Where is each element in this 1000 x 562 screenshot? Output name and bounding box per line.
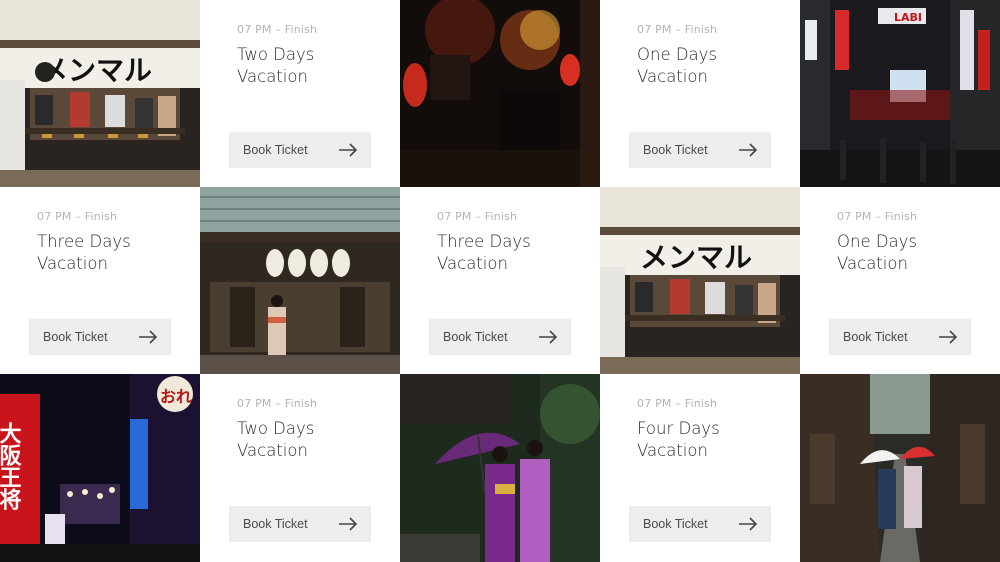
- card-title-line-2: Vacation: [637, 441, 708, 460]
- card-title-line-2: Vacation: [437, 254, 508, 273]
- arrow-right-icon: [339, 143, 358, 157]
- book-ticket-label: Book Ticket: [843, 330, 908, 344]
- book-ticket-label: Book Ticket: [243, 517, 308, 531]
- arrow-right-icon: [139, 330, 158, 344]
- book-ticket-button[interactable]: Book Ticket: [229, 506, 371, 542]
- vacation-grid: メンマル 07 PM – Finish Two Days Vacation Boo…: [0, 0, 1000, 562]
- card-time: 07 PM – Finish: [237, 397, 318, 410]
- book-ticket-button[interactable]: Book Ticket: [229, 132, 371, 168]
- card-title: Two Days Vacation: [237, 418, 387, 462]
- book-ticket-label: Book Ticket: [443, 330, 508, 344]
- card-title: One Days Vacation: [837, 231, 987, 275]
- card-time: 07 PM – Finish: [37, 210, 118, 223]
- card-title: Two Days Vacation: [237, 44, 387, 88]
- vacation-card: 07 PM – Finish One Days Vacation Book Tic…: [600, 0, 800, 187]
- card-title-line-1: One Days: [837, 232, 918, 251]
- card-title-line-2: Vacation: [837, 254, 908, 273]
- book-ticket-button[interactable]: Book Ticket: [829, 319, 971, 355]
- book-ticket-button[interactable]: Book Ticket: [629, 506, 771, 542]
- vacation-card: 07 PM – Finish Three Days Vacation Book T…: [0, 187, 200, 374]
- osaka-sign-text: 大阪王将: [0, 422, 22, 510]
- arrow-right-icon: [739, 517, 758, 531]
- book-ticket-label: Book Ticket: [243, 143, 308, 157]
- arrow-right-icon: [539, 330, 558, 344]
- card-title: Four Days Vacation: [637, 418, 787, 462]
- arrow-right-icon: [339, 517, 358, 531]
- ramen-sign-text: メンマル: [640, 241, 752, 274]
- card-title-line-1: One Days: [637, 45, 718, 64]
- photo-kyoto-alley: [800, 374, 1000, 562]
- card-time: 07 PM – Finish: [637, 397, 718, 410]
- photo-temple-lanterns: [200, 187, 400, 374]
- book-ticket-button[interactable]: Book Ticket: [29, 319, 171, 355]
- card-time: 07 PM – Finish: [237, 23, 318, 36]
- photo-osaka-neon: 大阪王将 おれ: [0, 374, 200, 562]
- book-ticket-button[interactable]: Book Ticket: [629, 132, 771, 168]
- card-title-line-2: Vacation: [237, 67, 308, 86]
- card-title-line-1: Four Days: [637, 419, 720, 438]
- card-title-line-1: Three Days: [437, 232, 531, 251]
- card-title: Three Days Vacation: [37, 231, 187, 275]
- photo-tokyo-street: LABI: [800, 0, 1000, 187]
- book-ticket-label: Book Ticket: [643, 143, 708, 157]
- book-ticket-button[interactable]: Book Ticket: [429, 319, 571, 355]
- vacation-card: 07 PM – Finish Two Days Vacation Book Tic…: [200, 0, 400, 187]
- labi-sign-text: LABI: [894, 11, 922, 24]
- card-time: 07 PM – Finish: [837, 210, 918, 223]
- vacation-card: 07 PM – Finish Three Days Vacation Book T…: [400, 187, 600, 374]
- card-title-line-2: Vacation: [637, 67, 708, 86]
- photo-kimono-umbrella: [400, 374, 600, 562]
- vacation-card: 07 PM – Finish One Days Vacation Book Tic…: [800, 187, 1000, 374]
- card-title-line-1: Two Days: [237, 45, 315, 64]
- card-title-line-2: Vacation: [37, 254, 108, 273]
- photo-ramen-shop-2: メンマル: [600, 187, 800, 374]
- vacation-card: 07 PM – Finish Four Days Vacation Book Ti…: [600, 374, 800, 562]
- book-ticket-label: Book Ticket: [43, 330, 108, 344]
- card-title-line-1: Three Days: [37, 232, 131, 251]
- card-title: One Days Vacation: [637, 44, 787, 88]
- vacation-card: 07 PM – Finish Two Days Vacation Book Tic…: [200, 374, 400, 562]
- card-time: 07 PM – Finish: [437, 210, 518, 223]
- card-title: Three Days Vacation: [437, 231, 587, 275]
- card-title-line-1: Two Days: [237, 419, 315, 438]
- book-ticket-label: Book Ticket: [643, 517, 708, 531]
- card-title-line-2: Vacation: [237, 441, 308, 460]
- arrow-right-icon: [739, 143, 758, 157]
- ramen-sign-text: メンマル: [40, 54, 152, 87]
- photo-ramen-shop: メンマル: [0, 0, 200, 187]
- osaka-right-sign-text: おれ: [160, 387, 192, 406]
- card-time: 07 PM – Finish: [637, 23, 718, 36]
- arrow-right-icon: [939, 330, 958, 344]
- photo-night-alley: [400, 0, 600, 187]
